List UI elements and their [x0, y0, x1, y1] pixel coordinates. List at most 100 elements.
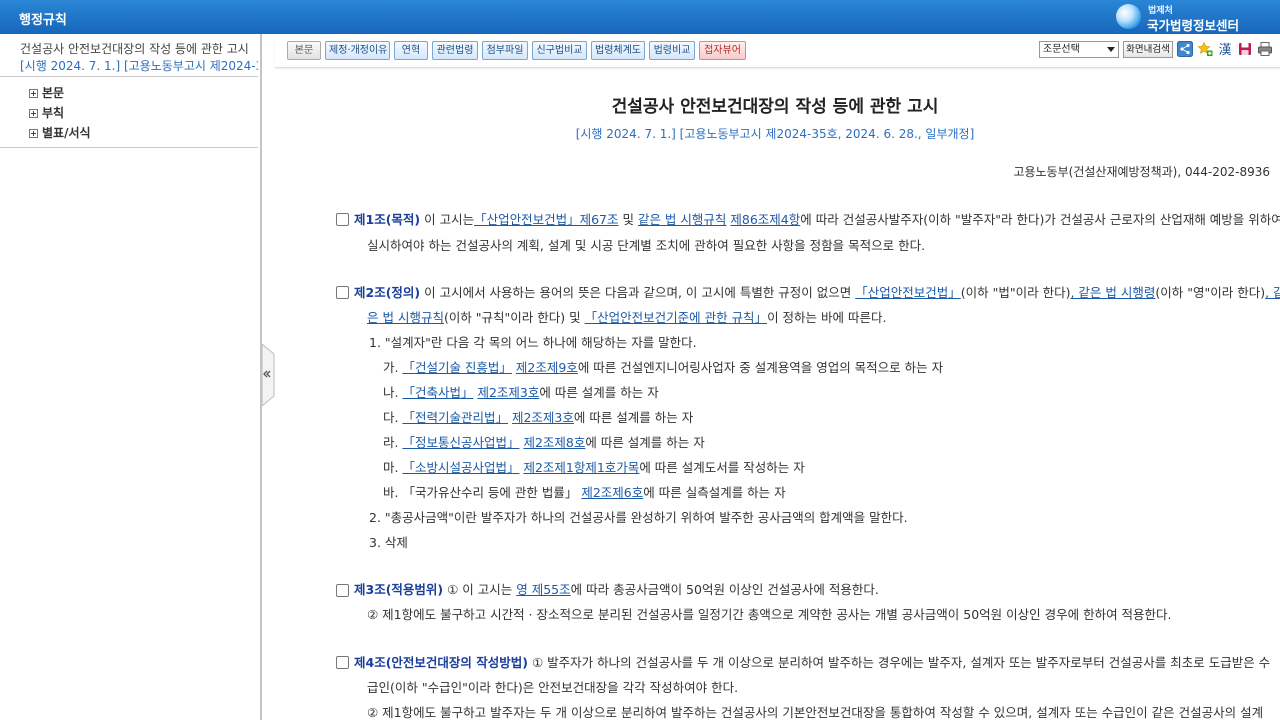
amendment-reason-button[interactable]: 제정·개정이유: [325, 41, 390, 60]
sidebar-divider: [0, 76, 258, 77]
expand-plus-icon[interactable]: [29, 109, 38, 118]
article-2-item-1: 1. "설계자"란 다음 각 목의 어느 하나에 해당하는 자를 말한다.: [369, 335, 697, 350]
law-link[interactable]: 「전력기술관리법」: [402, 410, 508, 425]
article-4-paragraph-2: ② 제1항에도 불구하고 발주자는 두 개 이상으로 분리하여 발주하는 건설공…: [367, 705, 1264, 720]
article-2-line-1: 제2조(정의) 이 고시에서 사용하는 용어의 뜻은 다음과 같으며, 이 고시…: [354, 282, 1280, 301]
save-icon[interactable]: [1237, 41, 1253, 57]
sidebar-divider: [0, 147, 258, 148]
article-select-value: 조문선택: [1043, 44, 1080, 55]
law-link[interactable]: 제86조제4항: [730, 212, 800, 227]
article-1-checkbox[interactable]: [336, 213, 349, 226]
law-link[interactable]: 「산업안전보건법」: [855, 285, 961, 300]
old-new-compare-button[interactable]: 신구법비교: [532, 41, 587, 60]
history-button[interactable]: 연혁: [394, 41, 428, 60]
law-link[interactable]: , 같은 법 시행령: [1070, 285, 1155, 300]
article-2-item-3: 3. 삭제: [369, 535, 408, 550]
law-link[interactable]: , 같: [1265, 285, 1280, 300]
print-icon[interactable]: [1257, 41, 1273, 57]
in-page-search-button[interactable]: 화면내검색: [1123, 41, 1173, 58]
tree-item-body[interactable]: 본문: [29, 84, 64, 100]
law-compare-button[interactable]: 법령비교: [649, 41, 695, 60]
article-link[interactable]: 제2조제6호: [581, 485, 643, 500]
tree-item-annex-forms[interactable]: 별표/서식: [29, 124, 91, 140]
law-link[interactable]: 같은 법 시행규칙: [638, 212, 726, 227]
sub-item-text: 에 따른 설계도서를 작성하는 자: [639, 460, 805, 475]
law-link[interactable]: 「산업안전보건법」제67조: [474, 212, 618, 227]
viewer-button[interactable]: 접자뷰어: [699, 41, 746, 60]
sub-item-ra: 라. 「정보통신공사업법」 제2조제8호에 따른 설계를 하는 자: [383, 432, 705, 451]
article-1-line-2: 실시하여야 하는 건설공사의 계획, 설계 및 시공 단계별 조치에 관하여 필…: [367, 238, 926, 253]
collapse-sidebar-handle[interactable]: [261, 344, 275, 406]
law-content: 건설공사 안전보건대장의 작성 등에 관한 고시 [시행 2024. 7. 1.…: [275, 69, 1280, 720]
article-4-checkbox[interactable]: [336, 656, 349, 669]
hanja-icon[interactable]: 漢: [1217, 41, 1233, 57]
article-select[interactable]: 조문선택: [1039, 41, 1119, 58]
article-link[interactable]: 제2조제3호: [512, 410, 574, 425]
article-text: 및: [618, 212, 638, 227]
ministry-contact: 고용노동부(건설산재예방정책과), 044-202-8936: [1013, 165, 1270, 179]
sub-item-prefix: 라.: [383, 435, 403, 450]
article-2-checkbox[interactable]: [336, 286, 349, 299]
sub-item-text: 에 따른 건설엔지니어링사업자 중 설계용역을 영업의 목적으로 하는 자: [577, 360, 944, 375]
article-text: ① 발주자가 하나의 건설공사를 두 개 이상으로 분리하여 발주하는 경우에는…: [527, 655, 1271, 670]
sub-item-ma: 마. 「소방시설공사업법」 제2조제1항제1호가목에 따른 설계도서를 작성하는…: [383, 457, 805, 476]
tree-item-addenda[interactable]: 부칙: [29, 104, 64, 120]
article-4-label[interactable]: 제4조(안전보건대장의 작성방법): [354, 655, 528, 670]
article-2-item-2: 2. "총공사금액"이란 발주자가 하나의 건설공사를 완성하기 위하여 발주한…: [369, 510, 908, 525]
attachments-button[interactable]: 첨부파일: [482, 41, 528, 60]
sidebar-doc-subtitle[interactable]: [시행 2024. 7. 1.] [고용노동부고시 제2024-35호: [20, 57, 258, 74]
tree-item-label: 부칙: [42, 106, 65, 120]
sub-item-prefix: 바. 「국가유산수리 등에 관한 법률」: [383, 485, 582, 500]
left-sidebar: 건설공사 안전보건대장의 작성 등에 관한 고시 [시행 2024. 7. 1.…: [0, 34, 261, 720]
sub-item-text: 에 따른 설계를 하는 자: [573, 410, 694, 425]
article-text: 에 따라 건설공사발주자(이하 "발주자"라 한다)가 건설공사 근로자의 산업…: [800, 212, 1280, 227]
article-1-line-1: 제1조(목적) 이 고시는「산업안전보건법」제67조 및 같은 법 시행규칙 제…: [354, 209, 1280, 228]
law-link[interactable]: 은 법 시행규칙: [367, 310, 444, 325]
law-link[interactable]: 영 제55조: [516, 582, 570, 597]
sub-item-na: 나. 「건축사법」 제2조제3호에 따른 설계를 하는 자: [383, 382, 659, 401]
sub-item-text: 에 따른 설계를 하는 자: [539, 385, 659, 400]
sub-item-da: 다. 「전력기술관리법」 제2조제3호에 따른 설계를 하는 자: [383, 407, 693, 426]
body-button[interactable]: 본문: [287, 41, 321, 60]
article-text: 이 정하는 바에 따른다.: [767, 310, 887, 325]
article-link[interactable]: 제2조제9호: [516, 360, 578, 375]
expand-plus-icon[interactable]: [29, 89, 38, 98]
sub-item-text: 에 따른 설계를 하는 자: [585, 435, 705, 450]
favorite-add-icon[interactable]: [1197, 41, 1213, 57]
law-hierarchy-button[interactable]: 법령체계도: [591, 41, 645, 60]
page-subtitle: [시행 2024. 7. 1.] [고용노동부고시 제2024-35호, 202…: [575, 127, 975, 141]
law-link[interactable]: 「정보통신공사업법」: [402, 435, 519, 450]
article-text: 이 고시에서 사용하는 용어의 뜻은 다음과 같으며, 이 고시에 특별한 규정…: [420, 285, 856, 300]
sidebar-doc-title[interactable]: 건설공사 안전보건대장의 작성 등에 관한 고시: [20, 40, 249, 57]
sub-item-text: 에 따른 실측설계를 하는 자: [643, 485, 786, 500]
sub-item-prefix: 가.: [383, 360, 403, 375]
article-1-label[interactable]: 제1조(목적): [354, 212, 420, 227]
article-3-label[interactable]: 제3조(적용범위): [354, 582, 443, 597]
chevron-down-icon: [1107, 47, 1115, 52]
sub-item-prefix: 마.: [383, 460, 403, 475]
law-link[interactable]: 「건축사법」: [402, 385, 473, 400]
article-4-line-1: 제4조(안전보건대장의 작성방법) ① 발주자가 하나의 건설공사를 두 개 이…: [354, 652, 1270, 671]
article-text: 이 고시는: [420, 212, 475, 227]
law-link[interactable]: 「산업안전보건기준에 관한 규칙」: [585, 310, 767, 325]
article-3-line-1: 제3조(적용범위) ① 이 고시는 영 제55조에 따라 총공사금액이 50억원…: [354, 579, 879, 598]
sub-item-prefix: 다.: [383, 410, 403, 425]
article-text: (이하 "영"이라 한다): [1155, 285, 1266, 300]
article-link[interactable]: 제2조제1항제1호가목: [523, 460, 639, 475]
svg-text:漢: 漢: [1218, 43, 1231, 57]
article-link[interactable]: 제2조제3호: [477, 385, 539, 400]
article-4-line-2: 급인(이하 "수급인"이라 한다)은 안전보건대장을 각각 작성하여야 한다.: [367, 680, 739, 695]
article-3-paragraph-2: ② 제1항에도 불구하고 시간적 · 장소적으로 분리된 건설공사를 일정기간 …: [367, 607, 1172, 622]
law-link[interactable]: 「소방시설공사업법」: [402, 460, 519, 475]
share-icon[interactable]: [1177, 41, 1193, 57]
site-logo[interactable]: 법제처 국가법령정보센터: [1116, 3, 1266, 33]
sub-item-prefix: 나.: [383, 385, 403, 400]
law-link[interactable]: 「건설기술 진흥법」: [402, 360, 511, 375]
related-laws-button[interactable]: 관련법령: [432, 41, 478, 60]
sub-item-ba: 바. 「국가유산수리 등에 관한 법률」 제2조제6호에 따른 실측설계를 하는…: [383, 482, 786, 501]
expand-plus-icon[interactable]: [29, 129, 38, 138]
article-2-label[interactable]: 제2조(정의): [354, 285, 420, 300]
article-3-checkbox[interactable]: [336, 584, 349, 597]
article-text: (이하 "법"이라 한다): [960, 285, 1071, 300]
article-link[interactable]: 제2조제8호: [523, 435, 585, 450]
